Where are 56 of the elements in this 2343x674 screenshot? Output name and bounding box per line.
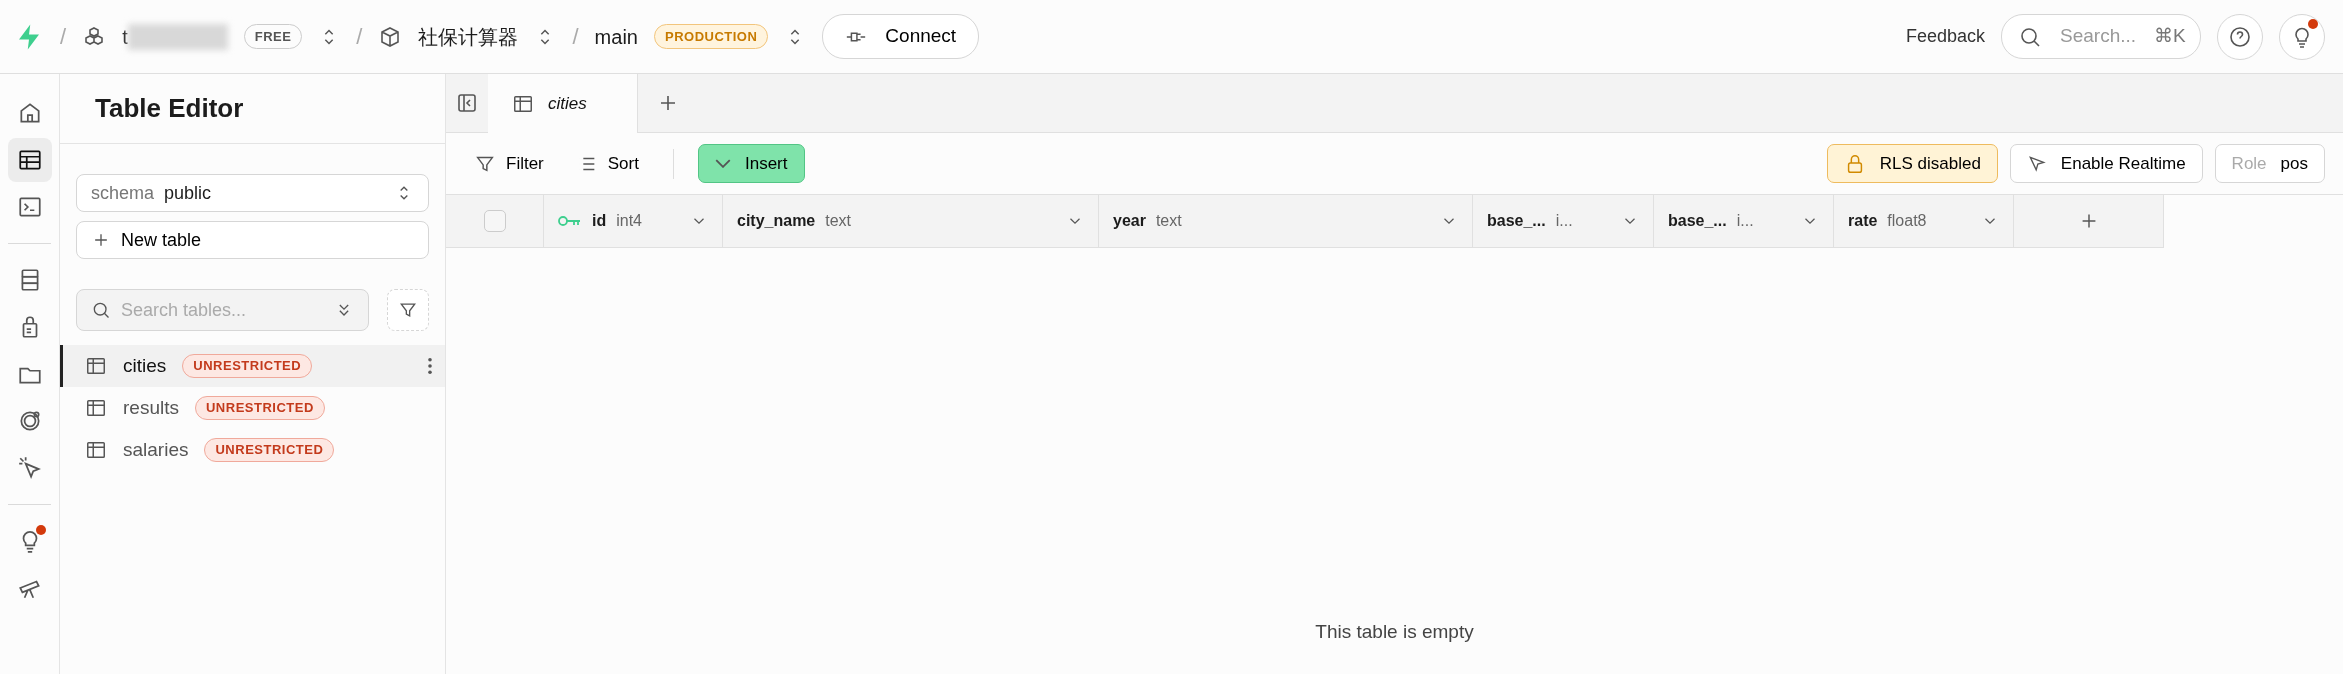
panel-title: Table Editor	[60, 74, 445, 144]
project-name[interactable]: 社保计算器	[418, 21, 519, 52]
table-icon	[16, 147, 43, 173]
status-badge: UNRESTRICTED	[194, 396, 325, 420]
table-list-item[interactable]: salaries UNRESTRICTED	[60, 429, 445, 471]
breadcrumb-separator: /	[60, 23, 67, 51]
breadcrumb-separator: /	[572, 23, 579, 51]
status-badge: UNRESTRICTED	[204, 438, 335, 462]
nav-item[interactable]	[7, 138, 52, 182]
search-field[interactable]: Search... ⌘K	[2001, 14, 2201, 59]
table-list-item[interactable]: results UNRESTRICTED	[60, 387, 445, 429]
feedback-link[interactable]: Feedback	[1905, 23, 1985, 50]
org-name[interactable]: t	[122, 21, 128, 52]
status-badge: UNRESTRICTED	[182, 354, 313, 378]
table-name: results	[123, 395, 179, 420]
empty-state-message: This table is empty	[1315, 619, 1474, 644]
table-name: salaries	[123, 437, 189, 462]
environment-badge: PRODUCTION	[653, 23, 769, 50]
insert-button[interactable]: Insert	[697, 143, 805, 184]
tips-button[interactable]	[2279, 13, 2325, 60]
table-list-item[interactable]: cities UNRESTRICTED	[60, 345, 445, 387]
enable-realtime-button[interactable]: Enable Realtime	[2009, 143, 2203, 184]
table-name: cities	[123, 353, 167, 378]
role-select[interactable]: Role pos	[2214, 143, 2325, 184]
cursor-icon	[2026, 153, 2047, 174]
filter-button[interactable]: Filter	[464, 144, 554, 183]
column-header[interactable]: base_... i...	[1473, 195, 1654, 247]
chevron-down-icon	[714, 159, 731, 168]
column-header[interactable]: year text	[1099, 195, 1473, 247]
table-icon	[85, 439, 107, 461]
terminal-icon	[16, 194, 43, 220]
keyboard-shortcut: ⌘K	[2154, 24, 2186, 49]
sort-button[interactable]: Sort	[565, 144, 649, 183]
column-header[interactable]: rate float8	[1834, 195, 2014, 247]
new-table-button[interactable]: New table	[76, 221, 429, 259]
search-icon	[91, 300, 111, 320]
search-placeholder: Search...	[2060, 24, 2137, 49]
branch-name[interactable]: main	[594, 21, 638, 52]
help-button[interactable]	[2217, 13, 2263, 60]
rls-status-button[interactable]: RLS disabled	[1826, 143, 1998, 184]
table-tab[interactable]: cities	[488, 74, 638, 133]
sidebar-collapse-icon	[455, 91, 479, 115]
table-icon	[85, 397, 107, 419]
filter-button[interactable]	[387, 289, 429, 331]
cursor-icon	[16, 455, 43, 481]
column-header[interactable]: id int4	[544, 195, 723, 247]
table-icon	[85, 355, 107, 377]
checkbox[interactable]	[483, 210, 506, 232]
connect-button[interactable]: Connect	[822, 14, 980, 59]
column-header[interactable]: city_name text	[723, 195, 1099, 247]
breadcrumb-separator: /	[356, 23, 363, 51]
more-options-icon[interactable]	[427, 357, 433, 375]
schema-select[interactable]: schema public	[76, 174, 429, 212]
question-mark-icon	[2228, 24, 2252, 49]
column-header[interactable]: base_... i...	[1654, 195, 1834, 247]
search-placeholder: Search tables...	[121, 298, 247, 322]
